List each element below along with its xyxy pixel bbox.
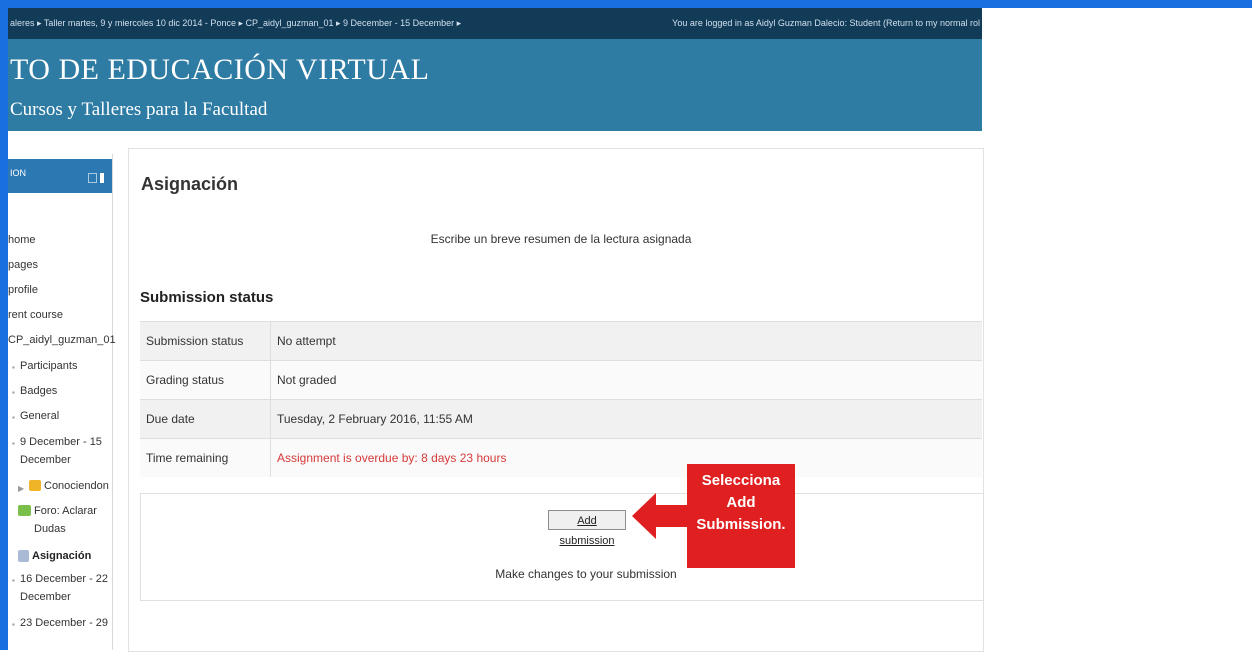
nav-site-pages[interactable]: pages: [8, 259, 38, 271]
nav-section-23-december[interactable]: 23 December - 29: [20, 617, 108, 629]
breadcrumb[interactable]: aleres ▸ Taller martes, 9 y miercoles 10…: [10, 18, 461, 29]
callout-line: Add: [726, 494, 756, 511]
bullet-icon: ▪: [12, 363, 15, 372]
nav-general[interactable]: General: [20, 410, 59, 422]
row-label: Grading status: [140, 360, 271, 400]
row-label: Time remaining: [140, 438, 271, 477]
nav-my-profile[interactable]: profile: [8, 284, 38, 296]
top-navbar: aleres ▸ Taller martes, 9 y miercoles 10…: [8, 8, 982, 39]
nav-foro[interactable]: Foro: Aclarar: [34, 505, 97, 517]
nav-foro-line2[interactable]: Dudas: [34, 523, 66, 535]
row-label: Due date: [140, 399, 271, 439]
forum-icon: [18, 505, 31, 516]
nav-section-16-december-line2[interactable]: December: [20, 591, 71, 603]
callout-line: Selecciona: [701, 472, 781, 489]
nav-section-9-december-line2[interactable]: December: [20, 454, 71, 466]
login-info[interactable]: You are logged in as Aidyl Guzman Daleci…: [672, 18, 980, 28]
nav-participants[interactable]: Participants: [20, 360, 77, 372]
row-value: Not graded: [270, 360, 982, 400]
nav-section-9-december[interactable]: 9 December - 15: [20, 436, 102, 448]
submission-status-heading: Submission status: [140, 289, 274, 306]
bullet-icon: ▪: [12, 439, 15, 448]
table-row: Due date Tuesday, 2 February 2016, 11:55…: [140, 399, 982, 439]
navigation-block-header: ION: [8, 159, 112, 193]
assignment-icon: [18, 550, 29, 562]
nav-badges[interactable]: Badges: [20, 385, 57, 397]
nav-current-course[interactable]: rent course: [8, 309, 63, 321]
assignment-intro: Escribe un breve resumen de la lectura a…: [430, 232, 692, 246]
bullet-icon: ▪: [12, 620, 15, 629]
navigation-block-title: ION: [10, 168, 27, 178]
table-row: Submission status No attempt: [140, 321, 982, 361]
overdue-value: Assignment is overdue by: 8 days 23 hour…: [270, 438, 982, 477]
nav-section-16-december[interactable]: 16 December - 22: [20, 573, 108, 585]
bullet-icon: ▪: [12, 388, 15, 397]
expand-arrow-icon[interactable]: ▶: [18, 484, 24, 493]
nav-conociendo[interactable]: Conociendon: [44, 480, 109, 492]
site-header: TO DE EDUCACIÓN VIRTUAL Cursos y Tallere…: [8, 39, 982, 131]
table-row: Time remaining Assignment is overdue by:…: [140, 438, 982, 477]
frame-border-top-right: [982, 0, 1252, 8]
submission-status-table: Submission status No attempt Grading sta…: [140, 321, 982, 477]
bullet-icon: ▪: [12, 413, 15, 422]
bullet-icon: ▪: [12, 576, 15, 585]
callout-line: Submission.: [696, 516, 786, 533]
site-subtitle: Cursos y Talleres para la Facultad: [10, 99, 268, 120]
lesson-icon: [29, 480, 41, 491]
add-submission-button[interactable]: Add submission: [548, 510, 626, 547]
frame-border-left: [0, 0, 8, 650]
nav-asignacion[interactable]: Asignación: [32, 550, 91, 562]
nav-home[interactable]: home: [8, 234, 36, 246]
make-changes-text: Make changes to your submission: [495, 567, 677, 581]
row-value: Tuesday, 2 February 2016, 11:55 AM: [270, 399, 982, 439]
block-controls: [88, 173, 108, 183]
instruction-callout: Selecciona Add Submission.: [687, 464, 795, 568]
dock-block-icon[interactable]: [100, 173, 104, 183]
page-title: Asignación: [141, 174, 239, 194]
row-label: Submission status: [140, 321, 271, 361]
table-row: Grading status Not graded: [140, 360, 982, 400]
row-value: No attempt: [270, 321, 982, 361]
hide-block-icon[interactable]: [88, 173, 97, 183]
callout-arrow-icon: [632, 493, 688, 539]
site-title: TO DE EDUCACIÓN VIRTUAL: [10, 53, 430, 86]
nav-course-name[interactable]: CP_aidyl_guzman_01: [8, 334, 116, 346]
